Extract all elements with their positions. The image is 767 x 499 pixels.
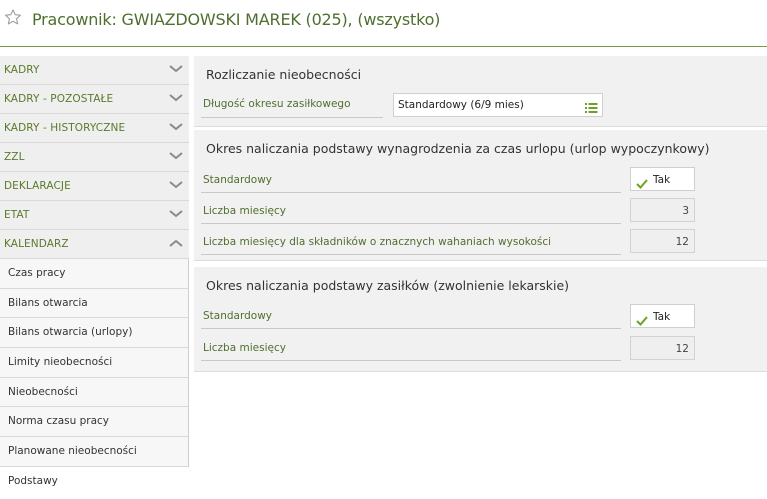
chevron-down-icon [169,93,183,103]
sidebar-group-kadry-pozostale[interactable]: KADRY - POZOSTAŁE [0,85,189,114]
sidebar-group-kadry[interactable]: KADRY [0,56,189,85]
chevron-down-icon [169,180,183,190]
sidebar-group-label: DEKLARACJE [4,180,71,192]
field-label: Liczba miesięcy [203,342,286,354]
standardowy-checkbox[interactable]: Tak [630,167,695,191]
sidebar: KADRY KADRY - POZOSTAŁE KADRY - HISTORYC… [0,56,189,499]
panel-podstawa-urlopu: Okres naliczania podstawy wynagrodzenia … [194,130,767,261]
sidebar-group-label: KADRY [4,64,40,76]
page-header: Pracownik: GWIAZDOWSKI MAREK (025), (wsz… [0,0,767,47]
sidebar-item-label: Czas pracy [8,267,66,279]
sidebar-item-label: Planowane nieobecności [8,445,137,458]
sidebar-item-czas-pracy[interactable]: Czas pracy [0,259,189,289]
section-title: Rozliczanie nieobecności [206,67,362,82]
field-underline [201,192,621,193]
chevron-down-icon [169,64,183,74]
chevron-down-icon [169,122,183,132]
sidebar-item-planowane-nieobecnosci[interactable]: Planowane nieobecności [0,437,189,467]
sidebar-item-label: Bilans otwarcia (urlopy) [8,326,133,339]
field-label: Liczba miesięcy dla składników o znaczny… [203,236,552,248]
sidebar-item-podstawy[interactable]: Podstawy [0,466,189,496]
sidebar-group-kalendarz[interactable]: KALENDARZ [0,230,189,259]
field-label: Długość okresu zasiłkowego [203,98,351,110]
field-underline [201,223,621,224]
sidebar-item-nieobecnosci[interactable]: Nieobecności [0,377,189,408]
field-label: Liczba miesięcy [203,205,286,217]
sidebar-item-label: Norma czasu pracy [8,415,109,428]
checkmark-icon [636,174,648,189]
liczba-miesiecy-field[interactable]: 12 [630,336,695,360]
sidebar-group-label: ZZL [4,151,25,163]
chevron-down-icon [169,151,183,161]
sidebar-item-label: Limity nieobecności [8,356,113,369]
checkbox-label: Tak [653,174,671,186]
field-underline [201,360,621,361]
field-label: Standardowy [203,174,272,186]
panel-podstawa-zasilkow: Okres naliczania podstawy zasiłków (zwol… [194,267,767,372]
sidebar-item-label: Nieobecności [8,385,78,398]
standardowy-checkbox[interactable]: Tak [630,304,695,328]
sidebar-item-label: Bilans otwarcia [8,296,88,309]
panel-rozliczanie-nieobecnosci: Rozliczanie nieobecności Długość okresu … [194,56,767,127]
sidebar-group-label: KALENDARZ [4,238,69,250]
sidebar-item-label: Podstawy [8,474,58,487]
field-underline [201,117,383,118]
field-label: Standardowy [203,310,272,322]
list-icon[interactable] [585,99,598,113]
select-value: Standardowy (6/9 mies) [398,99,524,111]
sidebar-item-limity-nieobecnosci[interactable]: Limity nieobecności [0,348,189,378]
okres-zasilkowy-select[interactable]: Standardowy (6/9 mies) [393,93,603,117]
field-underline [201,254,621,255]
chevron-down-icon [169,209,183,219]
field-underline [201,328,621,329]
checkmark-icon [636,311,648,326]
sidebar-group-label: ETAT [4,209,30,221]
sidebar-group-label: KADRY - POZOSTAŁE [4,93,114,105]
page-title: Pracownik: GWIAZDOWSKI MAREK (025), (wsz… [32,10,441,29]
liczba-miesiecy-wahania-field[interactable]: 12 [630,229,695,253]
checkbox-label: Tak [653,311,671,323]
chevron-up-icon [169,238,183,248]
sidebar-group-label: KADRY - HISTORYCZNE [4,122,126,134]
liczba-miesiecy-field[interactable]: 3 [630,198,695,222]
section-title: Okres naliczania podstawy wynagrodzenia … [206,141,710,156]
star-icon[interactable] [4,8,24,30]
section-title: Okres naliczania podstawy zasiłków (zwol… [206,278,570,293]
sidebar-group-deklaracje[interactable]: DEKLARACJE [0,172,189,201]
sidebar-group-etat[interactable]: ETAT [0,201,189,230]
sidebar-item-bilans-otwarcia[interactable]: Bilans otwarcia [0,288,189,319]
sidebar-item-bilans-otwarcia-urlopy[interactable]: Bilans otwarcia (urlopy) [0,318,189,349]
sidebar-item-norma-czasu-pracy[interactable]: Norma czasu pracy [0,407,189,438]
sidebar-group-kadry-historyczne[interactable]: KADRY - HISTORYCZNE [0,114,189,143]
sidebar-group-zzl[interactable]: ZZL [0,143,189,172]
